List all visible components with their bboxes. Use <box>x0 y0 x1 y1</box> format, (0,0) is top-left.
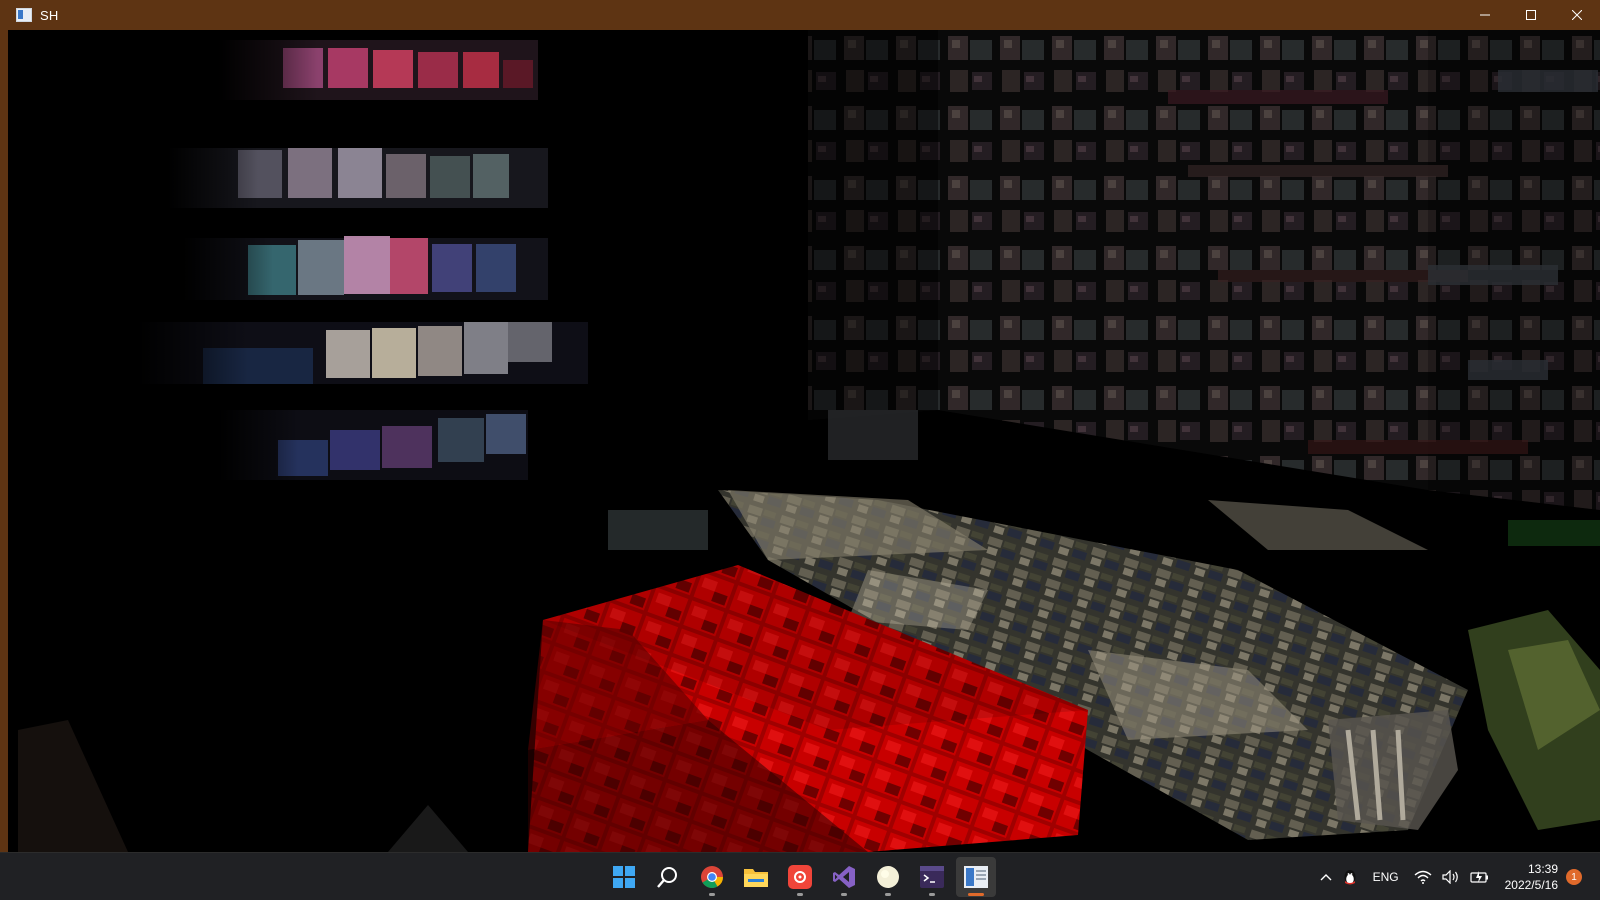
clock[interactable]: 13:39 2022/5/16 <box>1495 861 1566 893</box>
app-window-icon <box>16 8 32 22</box>
chrome-icon <box>701 866 723 888</box>
white-circle-app-icon <box>877 866 899 888</box>
speaker-icon <box>1442 870 1458 884</box>
clock-date: 2022/5/16 <box>1504 878 1558 892</box>
volume-button[interactable] <box>1437 853 1465 900</box>
window-controls <box>1462 0 1600 30</box>
taskbar-visual-studio[interactable] <box>824 857 864 897</box>
network-button[interactable] <box>1409 853 1437 900</box>
running-indicator <box>841 893 847 896</box>
red-app-icon <box>788 865 812 889</box>
show-hidden-icons-button[interactable] <box>1315 853 1337 900</box>
game-window-icon <box>964 866 988 888</box>
terminal-icon <box>920 866 944 888</box>
battery-button[interactable] <box>1465 853 1495 900</box>
desktop-screen: SH ENG 13:39 2022/5/16 1 <box>0 0 1600 900</box>
close-icon <box>1572 10 1582 20</box>
right-shelf-wall <box>808 30 1600 510</box>
taskbar-sh-game[interactable] <box>956 857 996 897</box>
taskbar-apps <box>602 853 998 900</box>
game-viewport[interactable] <box>8 30 1600 852</box>
close-button[interactable] <box>1554 0 1600 30</box>
taskbar-light-app[interactable] <box>868 857 908 897</box>
taskbar-search-button[interactable] <box>648 857 688 897</box>
chevron-up-icon <box>1320 874 1332 881</box>
floor-object-2 <box>828 410 918 460</box>
wifi-icon <box>1414 870 1432 884</box>
folder-icon <box>744 869 768 887</box>
qq-tray-button[interactable] <box>1337 853 1363 900</box>
dark-shard <box>388 805 468 852</box>
penguin-icon <box>1344 870 1356 885</box>
game-scene <box>18 30 1600 852</box>
taskbar: ENG 13:39 2022/5/16 1 <box>0 852 1600 900</box>
taskbar-file-explorer[interactable] <box>736 857 776 897</box>
window-title: SH <box>40 7 59 23</box>
active-indicator <box>968 893 984 896</box>
clock-time: 13:39 <box>1527 862 1558 876</box>
game-window: SH <box>0 0 1600 852</box>
running-indicator <box>885 893 891 896</box>
minimize-button[interactable] <box>1462 0 1508 30</box>
minimize-icon <box>1480 14 1490 16</box>
notification-badge[interactable]: 1 <box>1566 869 1582 885</box>
start-button[interactable] <box>604 857 644 897</box>
left-shelves <box>138 40 588 480</box>
running-indicator <box>929 893 935 896</box>
dark-object <box>18 720 128 852</box>
running-indicator <box>797 893 803 896</box>
maximize-button[interactable] <box>1508 0 1554 30</box>
windows-start-icon <box>613 866 635 888</box>
battery-charging-icon <box>1470 871 1488 883</box>
language-indicator[interactable]: ENG <box>1363 853 1409 900</box>
running-indicator <box>709 893 715 896</box>
taskbar-red-app[interactable] <box>780 857 820 897</box>
green-object <box>1468 520 1600 830</box>
cage-object <box>1328 710 1458 830</box>
taskbar-chrome[interactable] <box>692 857 732 897</box>
system-tray: ENG 13:39 2022/5/16 1 <box>1315 853 1600 900</box>
visual-studio-icon <box>833 866 855 888</box>
window-titlebar[interactable]: SH <box>0 0 1600 30</box>
search-icon <box>657 867 677 888</box>
maximize-icon <box>1526 10 1536 20</box>
taskbar-terminal[interactable] <box>912 857 952 897</box>
floor-object <box>608 510 708 550</box>
